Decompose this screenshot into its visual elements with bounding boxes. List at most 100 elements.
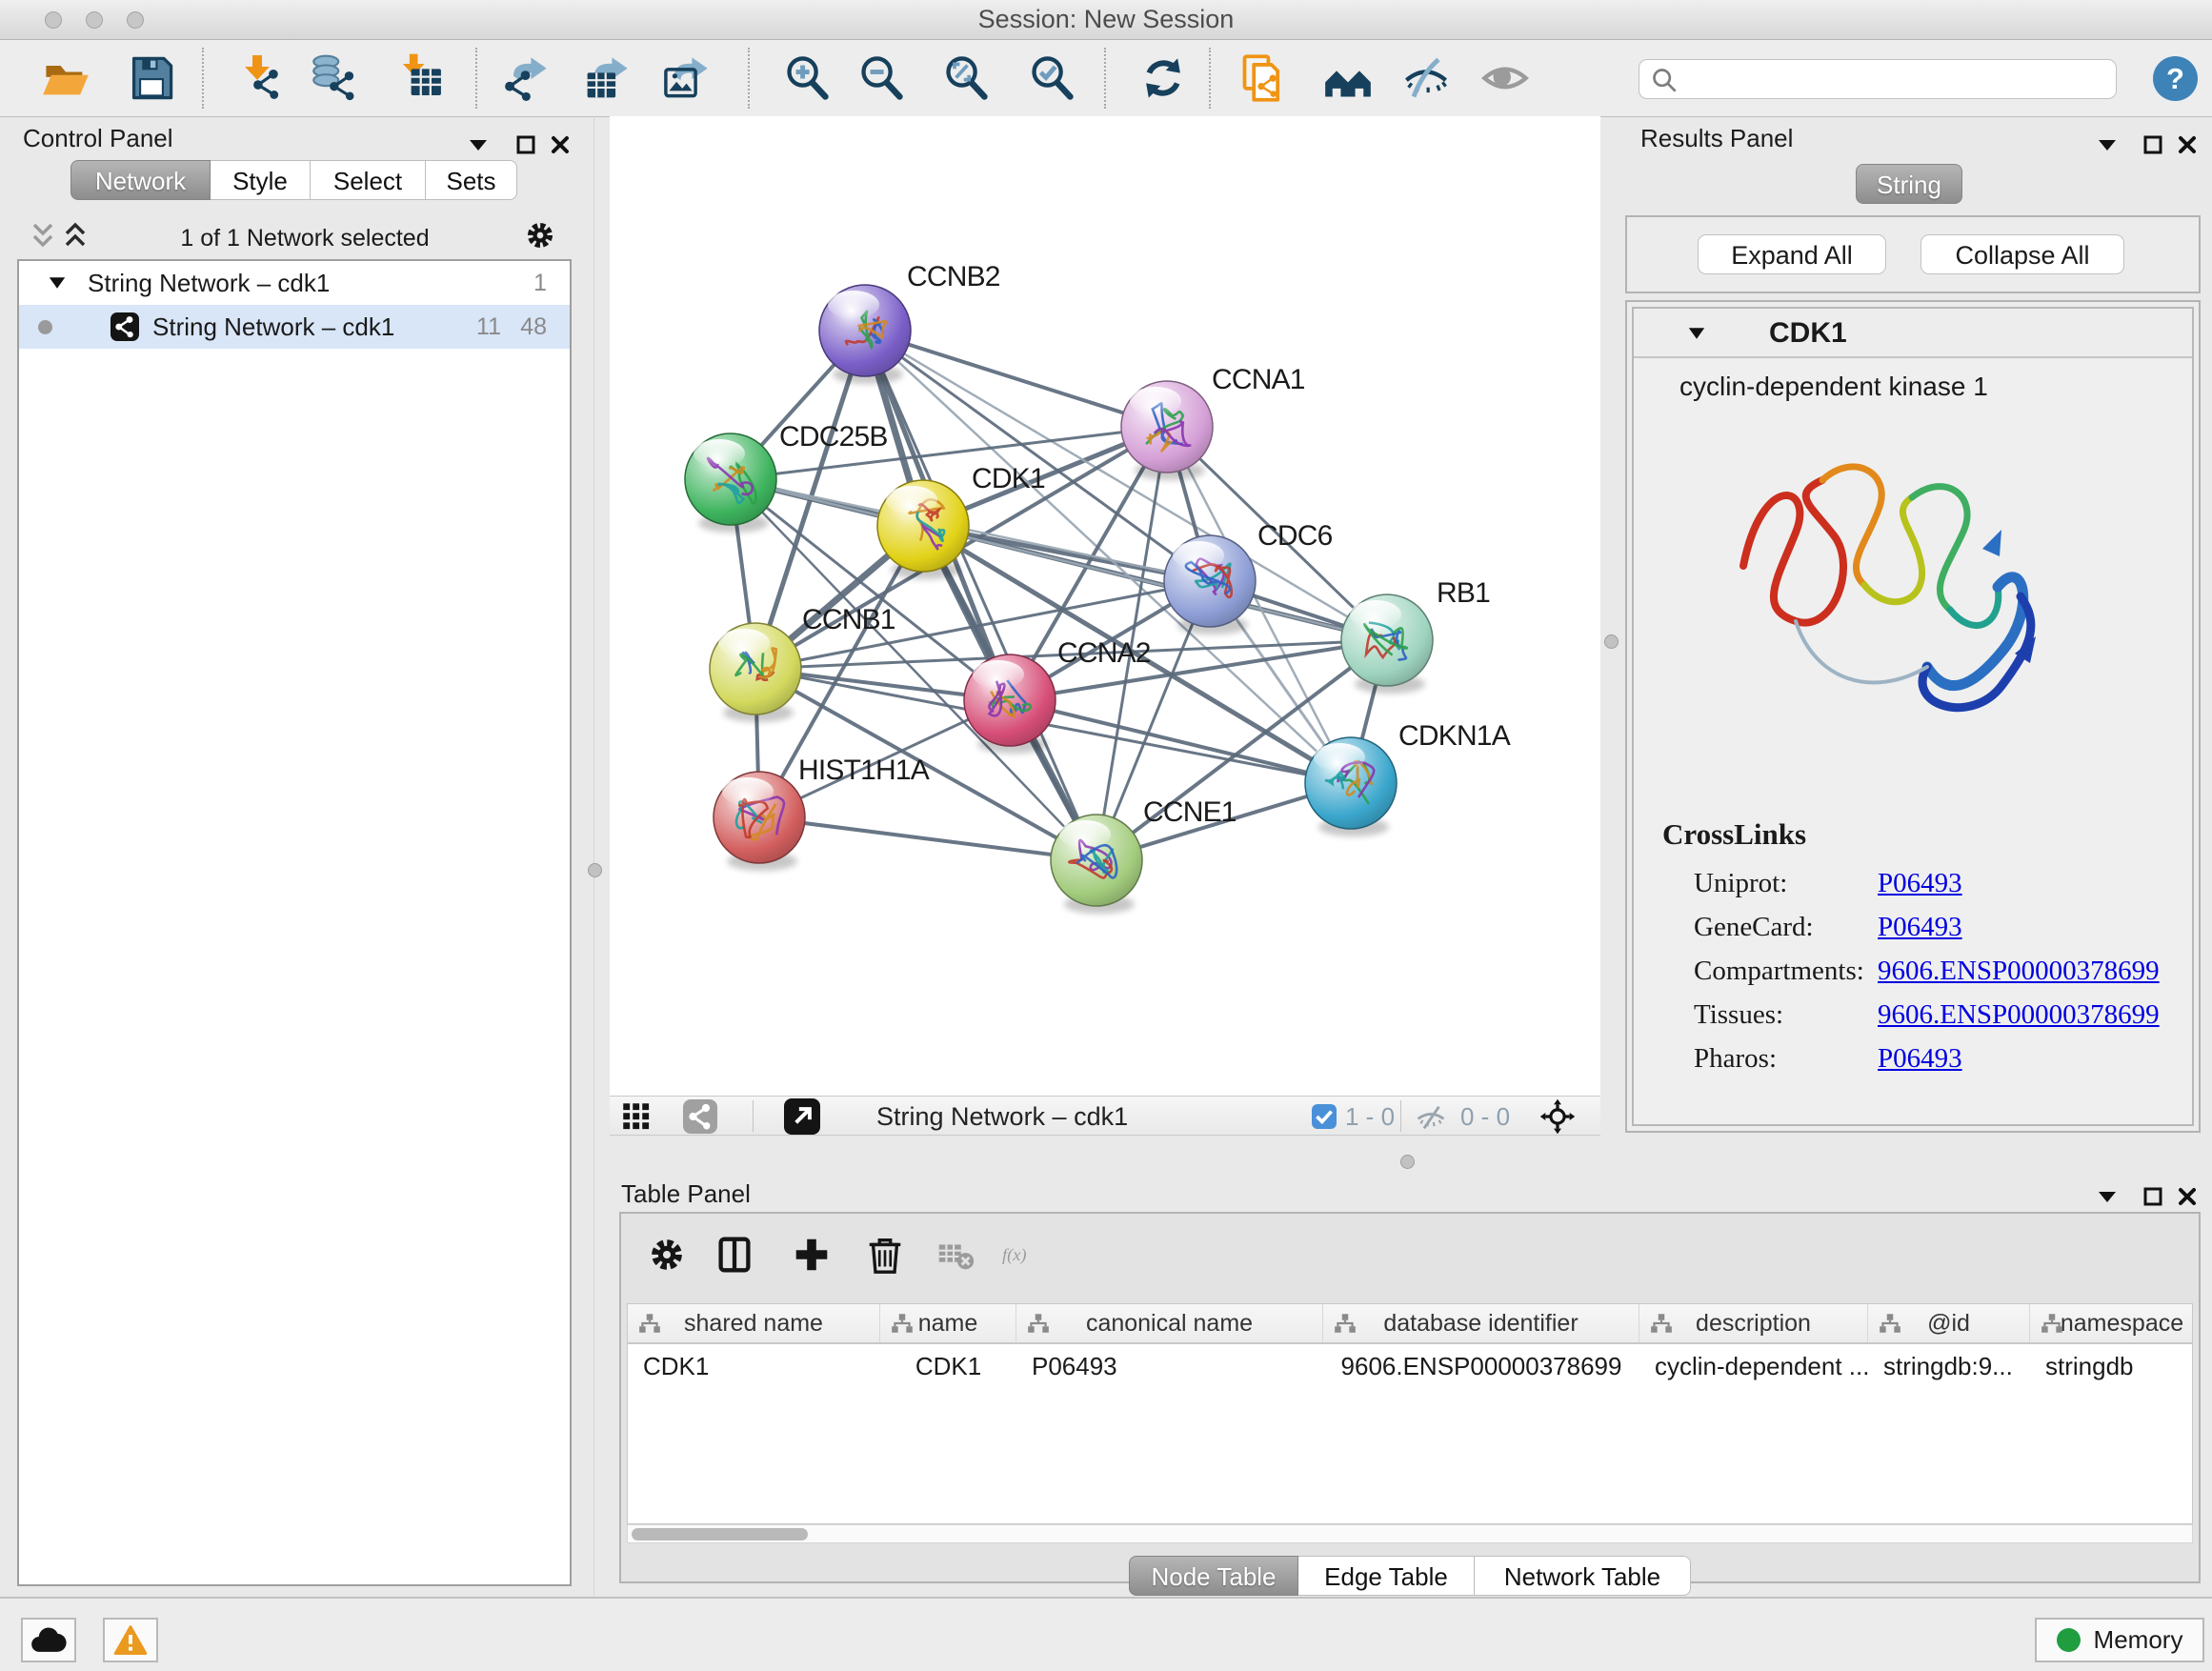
create-column-icon[interactable]: [790, 1233, 834, 1277]
import-network-from-file-icon[interactable]: [233, 50, 289, 106]
node-CDKN1A[interactable]: [1305, 737, 1397, 836]
open-session-icon[interactable]: [38, 50, 93, 106]
table-panel-float-icon[interactable]: [2142, 1185, 2164, 1208]
first-neighbors-icon[interactable]: [1320, 50, 1376, 106]
node-CCNB2[interactable]: [819, 285, 911, 384]
tab-edge-table[interactable]: Edge Table: [1298, 1556, 1475, 1596]
selected-checkbox[interactable]: [1312, 1104, 1337, 1129]
network-row-selected[interactable]: String Network – cdk1 11 48: [19, 305, 570, 349]
right-splitter-handle[interactable]: [1604, 634, 1619, 649]
tab-network-table[interactable]: Network Table: [1475, 1556, 1691, 1596]
collapse-all-networks-icon[interactable]: [29, 221, 57, 253]
node-RB1[interactable]: [1341, 594, 1433, 694]
node-CCNE1[interactable]: [1051, 815, 1142, 914]
node-CCNA2[interactable]: [964, 654, 1056, 754]
network-collection-row[interactable]: String Network – cdk1 1: [19, 261, 570, 305]
column-header-database-identifier[interactable]: database identifier: [1323, 1304, 1639, 1342]
table-cell: CDK1: [628, 1344, 880, 1388]
export-image-icon[interactable]: [659, 50, 714, 106]
zoom-in-icon[interactable]: [780, 50, 835, 106]
hide-selected-icon[interactable]: [1398, 50, 1454, 106]
network-options-gear-icon[interactable]: [522, 217, 558, 253]
control-panel-tabs: NetworkStyleSelectSets: [70, 160, 517, 200]
cdk1-expander-icon[interactable]: [1687, 325, 1706, 342]
column-header-namespace[interactable]: namespace: [2030, 1304, 2193, 1342]
cdk1-section-header[interactable]: CDK1: [1634, 309, 2192, 358]
clone-network-icon[interactable]: [1236, 50, 1291, 106]
zoom-out-icon[interactable]: [855, 50, 910, 106]
column-header-shared-name[interactable]: shared name: [628, 1304, 880, 1342]
cloud-icon: [30, 1626, 67, 1655]
column-header--id[interactable]: @id: [1868, 1304, 2030, 1342]
table-gear-icon[interactable]: [645, 1233, 689, 1277]
expand-all-networks-icon[interactable]: [61, 221, 90, 253]
tab-network[interactable]: Network: [70, 160, 211, 200]
left-splitter-handle[interactable]: [588, 863, 602, 877]
crosslink-value-link[interactable]: P06493: [1878, 868, 1962, 898]
column-header-description[interactable]: description: [1639, 1304, 1868, 1342]
node-CCNA1[interactable]: [1121, 381, 1213, 480]
crosslink-value-link[interactable]: P06493: [1878, 912, 1962, 942]
export-table-icon[interactable]: [579, 50, 634, 106]
import-network-from-database-icon[interactable]: [308, 50, 363, 106]
column-header-canonical-name[interactable]: canonical name: [1016, 1304, 1323, 1342]
export-network-icon[interactable]: [498, 50, 553, 106]
table-panel-menu-icon[interactable]: [2096, 1185, 2119, 1208]
delete-column-trash-icon[interactable]: [863, 1233, 907, 1277]
tab-style[interactable]: Style: [211, 160, 311, 200]
network-canvas[interactable]: CCNB2CCNA1CDC25BCDK1CDC6RB1CCNB1CCNA2CDK…: [610, 116, 1600, 1096]
tab-select[interactable]: Select: [311, 160, 426, 200]
import-table-from-file-icon[interactable]: [393, 50, 449, 106]
delete-table-icon: [934, 1233, 977, 1277]
crosslink-value-link[interactable]: P06493: [1878, 1043, 1962, 1074]
tab-sets[interactable]: Sets: [426, 160, 517, 200]
crosslink-row: Pharos:P06493: [1634, 1037, 2192, 1080]
control-panel-title: Control Panel: [23, 124, 173, 153]
collection-expander-icon[interactable]: [48, 274, 67, 292]
node-CDC25B[interactable]: [685, 433, 776, 533]
crosslink-value-link[interactable]: 9606.ENSP00000378699: [1878, 999, 2160, 1030]
selected-counts: 1 - 0: [1345, 1097, 1395, 1137]
zoom-fit-icon[interactable]: [939, 50, 995, 106]
results-panel-close-icon[interactable]: [2176, 133, 2199, 156]
refresh-view-icon[interactable]: [1136, 50, 1191, 106]
memory-button[interactable]: Memory: [2035, 1618, 2204, 1662]
control-panel-close-icon[interactable]: [549, 133, 572, 156]
cloud-button[interactable]: [21, 1618, 76, 1662]
help-button[interactable]: ?: [2153, 56, 2198, 101]
table-hscrollbar-thumb[interactable]: [632, 1528, 808, 1540]
table-row[interactable]: CDK1CDK1P064939606.ENSP00000378699cyclin…: [628, 1344, 2192, 1388]
control-panel-menu-icon[interactable]: [467, 133, 490, 156]
zoom-selected-icon[interactable]: [1025, 50, 1080, 106]
column-header-name[interactable]: name: [880, 1304, 1016, 1342]
node-table: shared namenamecanonical namedatabase id…: [627, 1303, 2193, 1524]
toolbar-separator: [1104, 48, 1106, 109]
show-columns-icon[interactable]: [713, 1233, 756, 1277]
grid-view-icon[interactable]: [622, 1102, 651, 1131]
fit-selected-crosshair-icon[interactable]: [1539, 1098, 1576, 1135]
crosslink-value-link[interactable]: 9606.ENSP00000378699: [1878, 956, 2160, 986]
node-HIST1H1A[interactable]: [714, 772, 805, 871]
node-label-CCNB1: CCNB1: [802, 604, 895, 635]
network-share-view-icon[interactable]: [683, 1099, 717, 1134]
control-panel-float-icon[interactable]: [514, 133, 537, 156]
collapse-all-button[interactable]: Collapse All: [1920, 234, 2124, 274]
tab-node-table[interactable]: Node Table: [1129, 1556, 1298, 1596]
open-in-window-icon[interactable]: [784, 1098, 820, 1135]
expand-all-button[interactable]: Expand All: [1698, 234, 1886, 274]
save-session-icon[interactable]: [124, 50, 179, 106]
tab-string[interactable]: String: [1856, 164, 1962, 204]
results-panel-menu-icon[interactable]: [2096, 133, 2119, 156]
results-panel-float-icon[interactable]: [2142, 133, 2164, 156]
crosslink-label: GeneCard:: [1694, 905, 1878, 949]
search-input[interactable]: [1683, 62, 2106, 96]
node-CDK1[interactable]: [877, 480, 969, 579]
table-panel-close-icon[interactable]: [2176, 1185, 2199, 1208]
results-tab-bar: String: [1856, 164, 1962, 204]
node-CCNB1[interactable]: [710, 623, 801, 722]
node-CDC6[interactable]: [1164, 535, 1256, 634]
left-splitter[interactable]: [593, 116, 594, 1597]
bottom-splitter-handle[interactable]: [1400, 1155, 1415, 1169]
show-all-icon[interactable]: [1478, 50, 1533, 106]
warning-button[interactable]: [103, 1618, 158, 1662]
